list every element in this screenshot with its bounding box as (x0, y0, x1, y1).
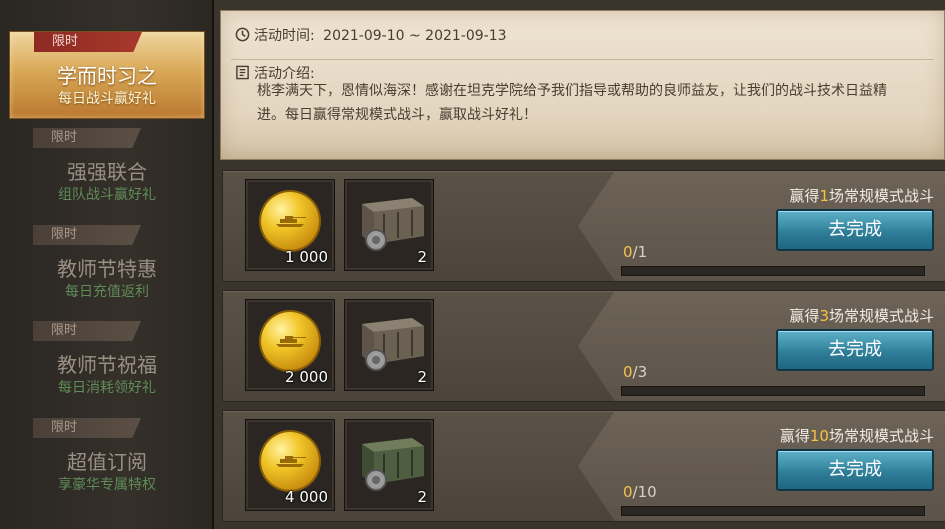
task-row: 4 000 2 赢得10场常规模式战斗 去完成 0/10 (222, 410, 945, 522)
go-complete-button[interactable]: 去完成 (776, 449, 934, 491)
sidebar-item-subtitle: 享豪华专属特权 (58, 477, 156, 493)
progress-bar (621, 386, 925, 396)
sidebar-item-title: 教师节祝福 (57, 353, 157, 377)
reward-quantity: 2 (417, 368, 427, 386)
activity-time-row: 活动时间: 2021-09-10 ~ 2021-09-13 (235, 25, 507, 45)
go-complete-button[interactable]: 去完成 (776, 329, 934, 371)
sidebar-item-1[interactable]: 限时 强强联合 组队战斗赢好礼 (9, 128, 205, 216)
reward-quantity: 2 000 (285, 368, 328, 386)
reward-slot-coin[interactable]: 2 000 (245, 299, 335, 391)
activity-sidebar: 限时 学而时习之 每日战斗赢好礼 限时 强强联合 组队战斗赢好礼 限时 教师节特… (0, 0, 214, 529)
gold-coin-icon (261, 192, 319, 250)
limited-tag: 限时 (33, 321, 141, 341)
reward-quantity: 2 (417, 248, 427, 266)
reward-quantity: 1 000 (285, 248, 328, 266)
sidebar-item-subtitle: 每日战斗赢好礼 (58, 91, 156, 107)
reward-slot-crate[interactable]: 2 (344, 419, 434, 511)
reward-quantity: 2 (417, 488, 427, 506)
progress-text: 0/3 (623, 363, 648, 381)
task-objective: 赢得3场常规模式战斗 (789, 307, 934, 325)
sidebar-item-0[interactable]: 限时 学而时习之 每日战斗赢好礼 (9, 31, 205, 119)
sidebar-item-title: 超值订阅 (67, 450, 147, 474)
sidebar-item-title: 强强联合 (67, 160, 147, 184)
sidebar-item-2[interactable]: 限时 教师节特惠 每日充值返利 (9, 225, 205, 313)
task-row: 1 000 2 赢得1场常规模式战斗 去完成 0/1 (222, 170, 945, 282)
reward-slot-coin[interactable]: 4 000 (245, 419, 335, 511)
supply-crate-icon (362, 198, 424, 251)
activity-info-panel: 活动时间: 2021-09-10 ~ 2021-09-13 活动介绍: 桃李满天… (220, 10, 945, 160)
supply-crate-icon (362, 318, 424, 371)
sidebar-item-3[interactable]: 限时 教师节祝福 每日消耗领好礼 (9, 321, 205, 409)
time-value: 2021-09-10 ~ 2021-09-13 (323, 28, 507, 44)
reward-slot-crate[interactable]: 2 (344, 179, 434, 271)
limited-tag: 限时 (33, 128, 141, 148)
intro-text: 桃李满天下，恩情似海深！感谢在坦克学院给予我们指导或帮助的良师益友，让我们的战斗… (257, 83, 887, 123)
reward-quantity: 4 000 (285, 488, 328, 506)
sidebar-item-title: 教师节特惠 (57, 257, 157, 281)
gold-coin-icon (261, 312, 319, 370)
progress-text: 0/1 (623, 243, 648, 261)
task-objective: 赢得10场常规模式战斗 (779, 427, 934, 445)
clock-icon (235, 27, 250, 42)
supply-crate-icon (362, 438, 424, 491)
document-icon (236, 65, 249, 80)
limited-tag: 限时 (33, 418, 141, 438)
progress-bar (621, 506, 925, 516)
sidebar-item-subtitle: 每日充值返利 (65, 284, 149, 300)
sidebar-item-subtitle: 每日消耗领好礼 (58, 380, 156, 396)
limited-tag: 限时 (34, 32, 142, 52)
sidebar-item-4[interactable]: 限时 超值订阅 享豪华专属特权 (9, 418, 205, 506)
sidebar-item-subtitle: 组队战斗赢好礼 (58, 187, 156, 203)
task-objective: 赢得1场常规模式战斗 (789, 187, 934, 205)
gold-coin-icon (261, 432, 319, 490)
info-divider (231, 59, 934, 60)
reward-slot-coin[interactable]: 1 000 (245, 179, 335, 271)
progress-text: 0/10 (623, 483, 657, 501)
reward-slot-crate[interactable]: 2 (344, 299, 434, 391)
limited-tag: 限时 (33, 225, 141, 245)
time-label: 活动时间: (254, 28, 315, 44)
progress-bar (621, 266, 925, 276)
activity-main: 活动时间: 2021-09-10 ~ 2021-09-13 活动介绍: 桃李满天… (214, 0, 945, 529)
sidebar-item-title: 学而时习之 (57, 64, 157, 88)
go-complete-button[interactable]: 去完成 (776, 209, 934, 251)
task-row: 2 000 2 赢得3场常规模式战斗 去完成 0/3 (222, 290, 945, 402)
